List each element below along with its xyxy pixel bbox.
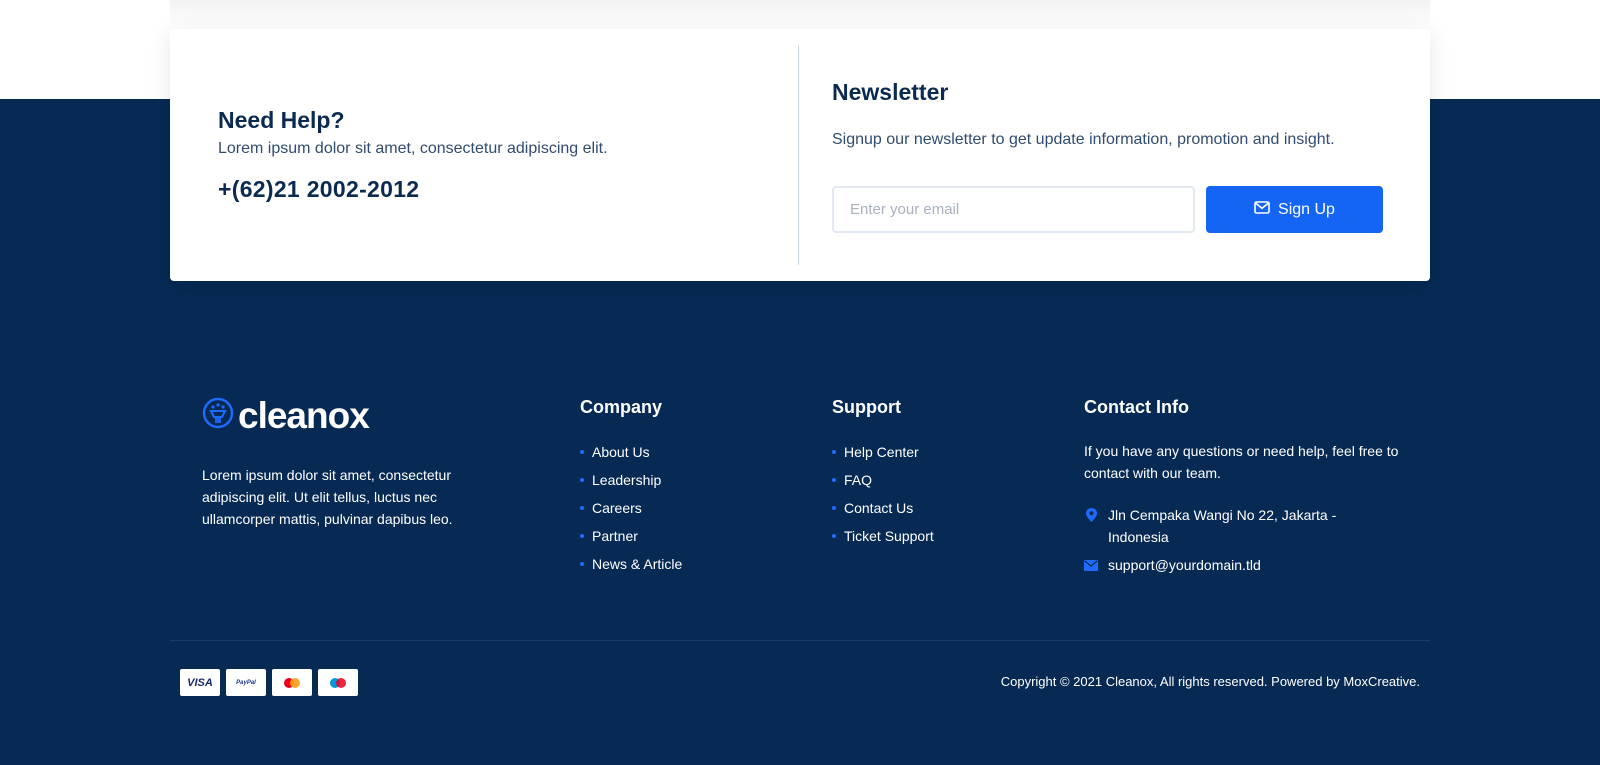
bullet-dot (580, 534, 584, 538)
company-link-news-article[interactable]: News & Article (592, 556, 682, 572)
payment-methods: VISA PayPal (180, 669, 358, 696)
support-link-faq[interactable]: FAQ (844, 472, 872, 488)
contact-address: Jln Cempaka Wangi No 22, Jakarta - Indon… (1084, 504, 1348, 548)
bullet-dot (580, 478, 584, 482)
company-link-about-us[interactable]: About Us (592, 444, 650, 460)
brand-name: cleanox (238, 395, 370, 436)
help-text: Lorem ipsum dolor sit amet, consectetur … (218, 140, 608, 157)
help-phone: +(62)21 2002-2012 (218, 176, 420, 202)
paypal-label: PayPal (236, 679, 256, 686)
bullet-dot (832, 506, 836, 510)
list-item[interactable]: About Us (580, 438, 682, 466)
envelope-icon (1084, 554, 1098, 576)
contact-text: If you have any questions or need help, … (1084, 443, 1399, 481)
mastercard-icon (272, 669, 312, 696)
newsletter-email-input[interactable] (832, 186, 1195, 233)
contact-address-text: Jln Cempaka Wangi No 22, Jakarta - Indon… (1108, 507, 1337, 545)
newsletter-text: Signup our newsletter to get update info… (832, 131, 1335, 148)
company-title: Company (580, 397, 663, 417)
company-link-leadership[interactable]: Leadership (592, 472, 661, 488)
list-item[interactable]: Help Center (832, 438, 934, 466)
list-item[interactable]: Ticket Support (832, 522, 934, 550)
envelope-icon (1254, 200, 1270, 219)
newsletter-signup-label: Sign Up (1278, 200, 1335, 218)
support-links: Help Center FAQ Contact Us Ticket Suppor… (832, 438, 934, 550)
visa-card-icon: VISA (180, 669, 220, 696)
list-item[interactable]: Contact Us (832, 494, 934, 522)
newsletter-title: Newsletter (832, 79, 949, 105)
support-link-help-center[interactable]: Help Center (844, 444, 919, 460)
visa-label: VISA (187, 676, 213, 689)
list-item[interactable]: FAQ (832, 466, 934, 494)
help-title: Need Help? (218, 107, 345, 133)
footer-divider (170, 640, 1430, 641)
newsletter-signup-button[interactable]: Sign Up (1206, 186, 1383, 233)
list-item[interactable]: News & Article (580, 550, 682, 578)
top-shadow (170, 0, 1430, 28)
paypal-icon: PayPal (226, 669, 266, 696)
bullet-dot (580, 562, 584, 566)
contact-email-text[interactable]: support@yourdomain.tld (1108, 554, 1261, 576)
company-link-partner[interactable]: Partner (592, 528, 638, 544)
copyright-text: Copyright © 2021 Cleanox, All rights res… (1000, 674, 1420, 689)
brand-logo[interactable]: cleanox (202, 395, 370, 436)
list-item[interactable]: Leadership (580, 466, 682, 494)
company-link-careers[interactable]: Careers (592, 500, 642, 516)
bullet-dot (832, 450, 836, 454)
bullet-dot (580, 450, 584, 454)
contact-title: Contact Info (1084, 397, 1189, 417)
contact-email[interactable]: support@yourdomain.tld (1084, 554, 1261, 576)
support-link-ticket-support[interactable]: Ticket Support (844, 528, 934, 544)
bullet-dot (832, 478, 836, 482)
brand-description: Lorem ipsum dolor sit amet, consectetur … (202, 467, 453, 527)
maestro-card-icon (318, 669, 358, 696)
support-title: Support (832, 397, 901, 417)
company-links: About Us Leadership Careers Partner News… (580, 438, 682, 578)
cleaning-logo-icon (202, 397, 234, 434)
list-item[interactable]: Careers (580, 494, 682, 522)
list-item[interactable]: Partner (580, 522, 682, 550)
card-divider (798, 45, 799, 265)
bullet-dot (832, 534, 836, 538)
bullet-dot (580, 506, 584, 510)
help-newsletter-card: Need Help? Lorem ipsum dolor sit amet, c… (170, 29, 1430, 281)
support-link-contact-us[interactable]: Contact Us (844, 500, 913, 516)
map-pin-icon (1084, 504, 1098, 526)
